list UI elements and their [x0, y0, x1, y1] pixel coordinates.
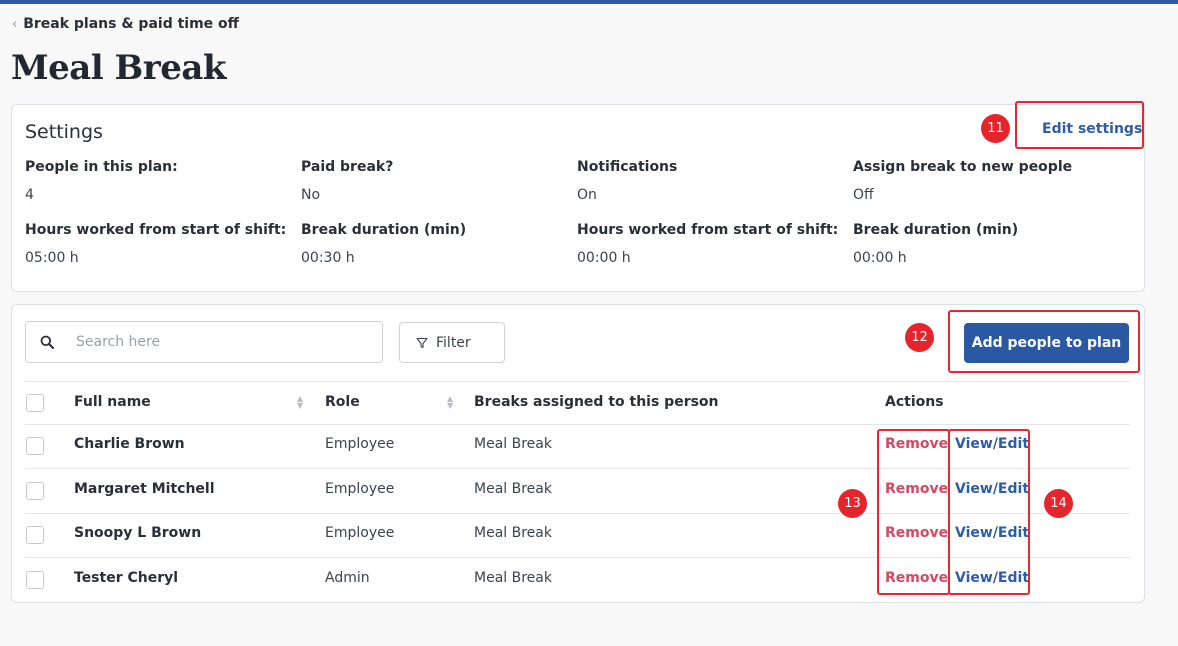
setting-label: Break duration (min): [301, 222, 467, 238]
column-full-name[interactable]: Full name: [74, 394, 151, 410]
filter-icon: [416, 337, 428, 348]
filter-label: Filter: [436, 334, 471, 351]
settings-card: Settings Edit settings People in this pl…: [11, 104, 1145, 292]
select-all-checkbox[interactable]: [26, 394, 44, 412]
cell-full-name: Tester Cheryl: [74, 570, 179, 586]
setting-label: Notifications: [577, 159, 678, 175]
cell-breaks: Meal Break: [474, 570, 552, 586]
setting-notifications: Notifications On: [577, 159, 677, 203]
setting-value: 4: [25, 187, 34, 203]
setting-label: Hours worked from start of shift:: [25, 222, 287, 238]
filter-button[interactable]: Filter: [399, 322, 505, 363]
setting-label: Assign break to new people: [853, 159, 1073, 175]
annotation-badge: 13: [838, 489, 867, 518]
setting-value: On: [577, 187, 597, 203]
cell-breaks: Meal Break: [474, 481, 552, 497]
setting-value: 00:30 h: [301, 250, 355, 266]
breadcrumb-label: Break plans & paid time off: [23, 16, 239, 32]
breadcrumb[interactable]: ‹ Break plans & paid time off: [12, 16, 239, 32]
setting-value: No: [301, 187, 321, 203]
setting-value: 00:00 h: [577, 250, 631, 266]
column-breaks: Breaks assigned to this person: [474, 394, 719, 410]
setting-break-duration-1: Break duration (min) 00:30 h: [301, 222, 466, 266]
setting-label: People in this plan:: [25, 159, 178, 175]
setting-label: Paid break?: [301, 159, 394, 175]
cell-full-name: Charlie Brown: [74, 436, 185, 452]
column-role[interactable]: Role: [325, 394, 360, 410]
setting-people-in-plan: People in this plan: 4: [25, 159, 178, 203]
cell-role: Employee: [325, 525, 395, 541]
cell-breaks: Meal Break: [474, 525, 552, 541]
cell-role: Admin: [325, 570, 370, 586]
search-box: [25, 321, 383, 363]
page-title: Meal Break: [11, 48, 226, 88]
row-checkbox[interactable]: [26, 571, 44, 589]
column-actions: Actions: [885, 394, 944, 410]
setting-label: Hours worked from start of shift:: [577, 222, 839, 238]
setting-value: 00:00 h: [853, 250, 907, 266]
setting-assign-new-people: Assign break to new people Off: [853, 159, 1072, 203]
cell-full-name: Snoopy L Brown: [74, 525, 202, 541]
setting-value: Off: [853, 187, 874, 203]
annotation-badge: 14: [1044, 489, 1073, 518]
cell-role: Employee: [325, 481, 395, 497]
highlight-edit-settings: [1015, 101, 1144, 149]
chevron-left-icon: ‹: [12, 16, 18, 32]
setting-label: Break duration (min): [853, 222, 1019, 238]
annotation-badge: 11: [981, 114, 1010, 143]
search-input[interactable]: [74, 333, 358, 351]
search-icon: [40, 335, 54, 349]
row-checkbox[interactable]: [26, 526, 44, 544]
row-checkbox[interactable]: [26, 482, 44, 500]
cell-full-name: Margaret Mitchell: [74, 481, 215, 497]
setting-value: 05:00 h: [25, 250, 79, 266]
highlight-view-edit-links: [948, 429, 1030, 595]
row-checkbox[interactable]: [26, 437, 44, 455]
setting-break-duration-2: Break duration (min) 00:00 h: [853, 222, 1018, 266]
setting-hours-worked-2: Hours worked from start of shift: 00:00 …: [577, 222, 838, 266]
annotation-badge: 12: [905, 323, 934, 352]
sort-icon[interactable]: ▲ ▼: [297, 395, 303, 410]
setting-hours-worked-1: Hours worked from start of shift: 05:00 …: [25, 222, 286, 266]
settings-title: Settings: [25, 121, 103, 143]
highlight-add-people: [948, 310, 1140, 373]
setting-paid-break: Paid break? No: [301, 159, 393, 203]
highlight-remove-links: [877, 429, 950, 595]
top-accent-bar: [0, 0, 1178, 4]
cell-breaks: Meal Break: [474, 436, 552, 452]
table-header: Full name ▲ ▼ Role ▲ ▼ Breaks assigned to …: [25, 381, 1130, 425]
sort-icon[interactable]: ▲ ▼: [447, 395, 453, 410]
cell-role: Employee: [325, 436, 395, 452]
